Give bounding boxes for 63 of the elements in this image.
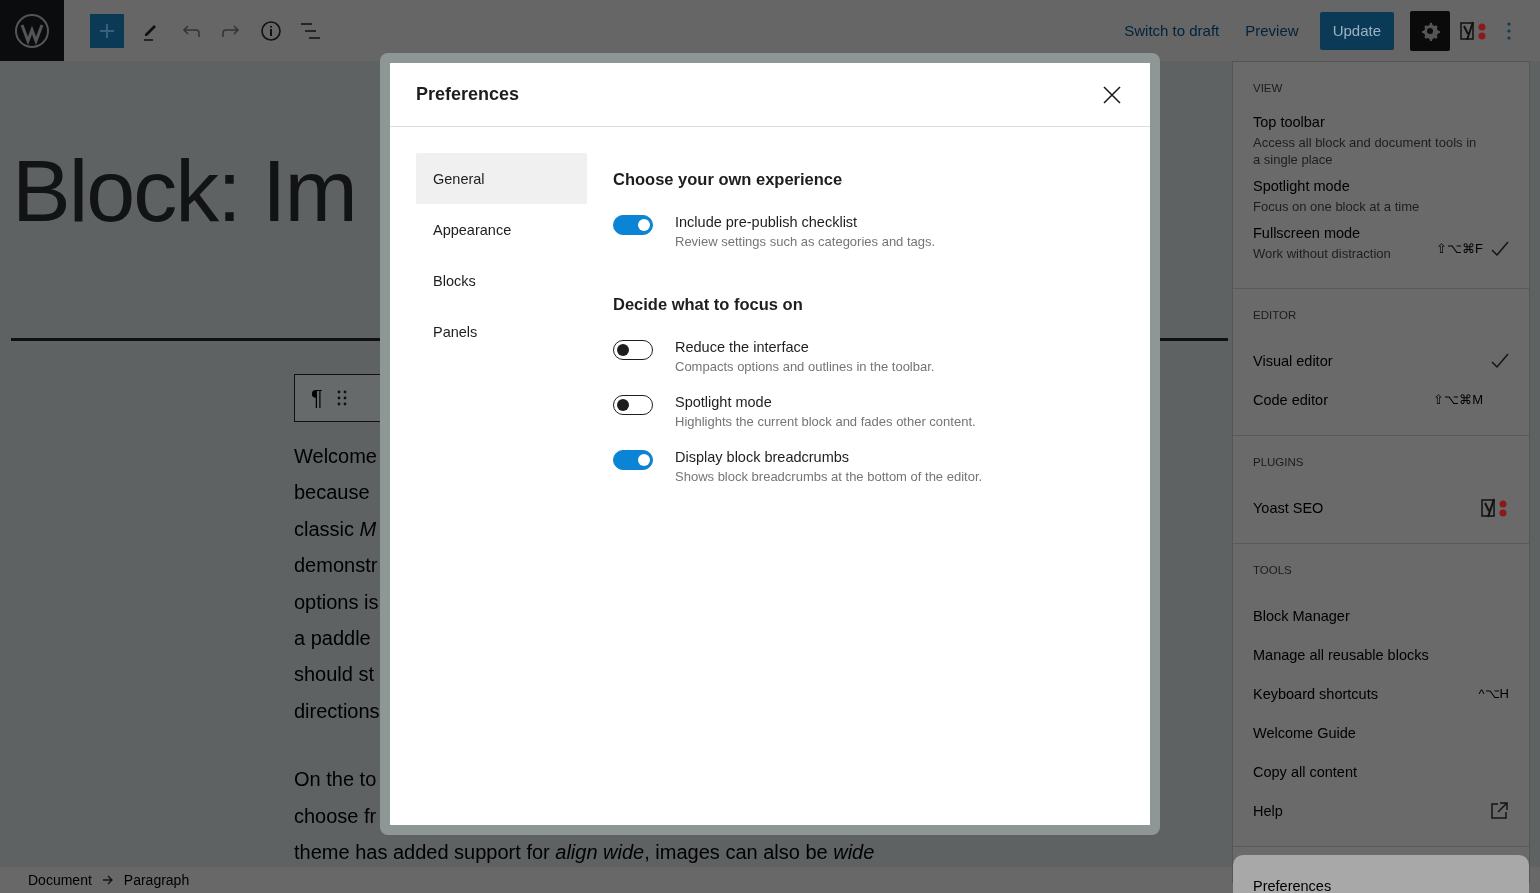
option-label: Spotlight mode (675, 394, 772, 410)
menu-item[interactable]: Manage all reusable blocks (1253, 635, 1509, 674)
dialog-title: Preferences (416, 84, 520, 105)
external-link-icon (1489, 800, 1509, 821)
plus-icon (98, 21, 116, 40)
preferences-tab[interactable]: Panels (416, 306, 587, 357)
menu-item[interactable]: Visual editor (1253, 341, 1509, 380)
paragraph-line: demonstr (294, 554, 378, 577)
paragraph-line: because (294, 481, 370, 504)
menu-item[interactable]: Preferences (1233, 855, 1529, 893)
paragraph-line: options is (294, 590, 379, 613)
settings-icon[interactable] (1410, 10, 1450, 51)
paragraph-line: choose fr (294, 804, 377, 827)
paragraph-line: On the to (294, 768, 377, 791)
menu-item[interactable]: Block Manager (1253, 596, 1509, 635)
menu-item[interactable]: Fullscreen mode Work without distraction ⇧⌥⌘F (1253, 225, 1509, 272)
preferences-tab[interactable]: Blocks (416, 255, 587, 306)
option-description: Shows block breadcrumbs at the bottom of the editor. (675, 469, 983, 484)
drag-handle-icon[interactable] (336, 390, 347, 406)
toolbar-link[interactable]: Preview (1236, 14, 1308, 47)
menu-item[interactable]: Keyboard shortcuts ^⌥H (1253, 674, 1509, 713)
menu-item[interactable]: Welcome Guide (1253, 713, 1509, 752)
paragraph-line: Welcome (294, 445, 377, 467)
toggle-switch[interactable] (613, 215, 653, 235)
paragraph-symbol[interactable]: ¶ (311, 385, 323, 411)
section-label: PLUGINS (1253, 456, 1304, 468)
paragraph-line: a paddle (294, 627, 371, 650)
breadcrumb-item[interactable]: Document (28, 872, 92, 888)
menu-item[interactable]: Code editor ⇧⌥⌘M (1253, 380, 1509, 419)
paragraph-line: should st (294, 663, 375, 686)
toggle-switch[interactable] (613, 450, 653, 470)
option-description: Highlights the current block and fades other content. (675, 414, 976, 429)
menu-item[interactable]: Help (1253, 791, 1509, 830)
arrow-icon (101, 875, 114, 885)
option-label: Display block breadcrumbs (675, 449, 850, 465)
preferences-tab[interactable]: Appearance (416, 204, 587, 255)
menu-item[interactable]: Spotlight mode Focus on one block at a time (1253, 178, 1509, 225)
update-button[interactable]: Update (1319, 11, 1394, 50)
paragraph-line: theme has added support for align wide, images can also be wide (294, 841, 875, 864)
paragraph-line: directions (294, 699, 380, 722)
section-label: EDITOR (1253, 309, 1297, 321)
post-title: Block: Im (12, 141, 356, 240)
yoast-icon (1479, 496, 1509, 519)
section-label: VIEW (1253, 82, 1283, 94)
menu-item[interactable]: Top toolbar Access all block and document tools in a single place (1253, 114, 1509, 178)
option-description: Review settings such as categories and tags. (675, 234, 936, 249)
toolbar-link[interactable]: Switch to draft (1115, 14, 1229, 47)
section-heading: Decide what to focus on (613, 295, 803, 313)
yoast-icon[interactable] (1458, 19, 1488, 42)
option-label: Reduce the interface (675, 339, 809, 355)
menu-item[interactable]: Yoast SEO (1253, 488, 1509, 527)
toggle-switch[interactable] (613, 395, 653, 415)
option-description: Compacts options and outlines in the toolbar. (675, 359, 935, 374)
breadcrumb-item[interactable]: Paragraph (123, 872, 190, 888)
paragraph-line: classic M (294, 517, 377, 540)
wordpress-logo[interactable] (0, 0, 64, 61)
menu-item[interactable]: Copy all content (1253, 752, 1509, 791)
section-label: TOOLS (1253, 564, 1292, 576)
preferences-tab[interactable]: General (416, 153, 587, 204)
toggle-switch[interactable] (613, 340, 653, 360)
option-label: Include pre-publish checklist (675, 214, 858, 230)
add-block-button[interactable] (90, 13, 124, 48)
section-heading: Choose your own experience (613, 170, 843, 188)
